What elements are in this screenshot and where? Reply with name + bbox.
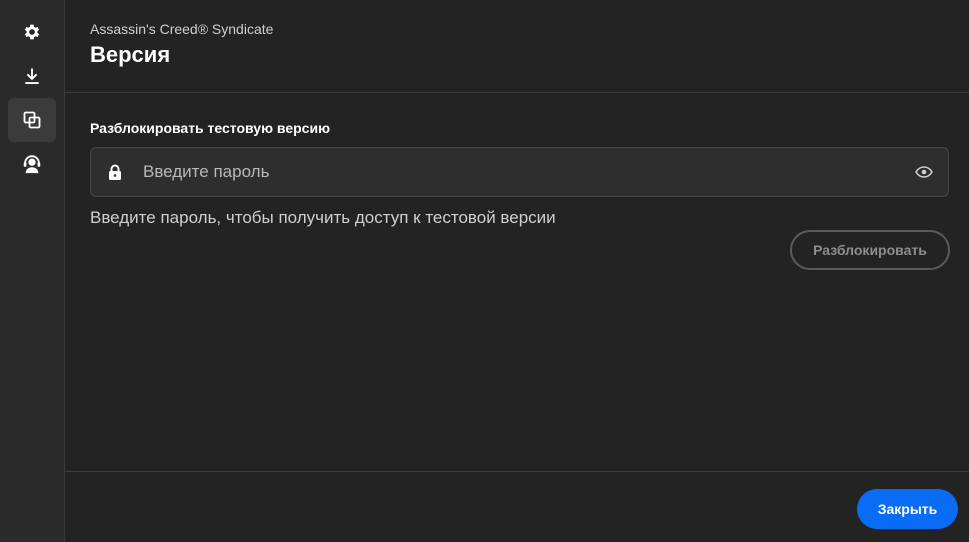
header-divider (65, 92, 969, 93)
gear-icon (22, 22, 42, 42)
support-icon (21, 153, 43, 175)
game-title: Assassin's Creed® Syndicate (90, 21, 274, 37)
unlock-button[interactable]: Разблокировать (790, 230, 950, 270)
sidebar-item-versions[interactable] (8, 98, 56, 142)
sidebar-item-support[interactable] (8, 142, 56, 186)
main-panel: Assassin's Creed® Syndicate Версия Разбл… (65, 0, 969, 542)
page-title: Версия (90, 42, 171, 67)
download-icon (22, 66, 42, 86)
app-window: Assassin's Creed® Syndicate Версия Разбл… (0, 0, 969, 542)
versions-icon (22, 110, 42, 130)
lock-icon (107, 163, 123, 181)
password-field[interactable] (90, 147, 949, 197)
unlock-section-label: Разблокировать тестовую версию (90, 120, 331, 136)
sidebar (0, 0, 65, 542)
sidebar-item-settings[interactable] (8, 10, 56, 54)
sidebar-item-downloads[interactable] (8, 54, 56, 98)
password-hint: Введите пароль, чтобы получить доступ к … (90, 208, 556, 227)
password-input[interactable] (141, 156, 914, 188)
close-button[interactable]: Закрыть (857, 489, 958, 529)
eye-icon[interactable] (914, 164, 934, 180)
footer-divider (65, 471, 969, 472)
page-header: Assassin's Creed® Syndicate Версия (90, 20, 273, 69)
